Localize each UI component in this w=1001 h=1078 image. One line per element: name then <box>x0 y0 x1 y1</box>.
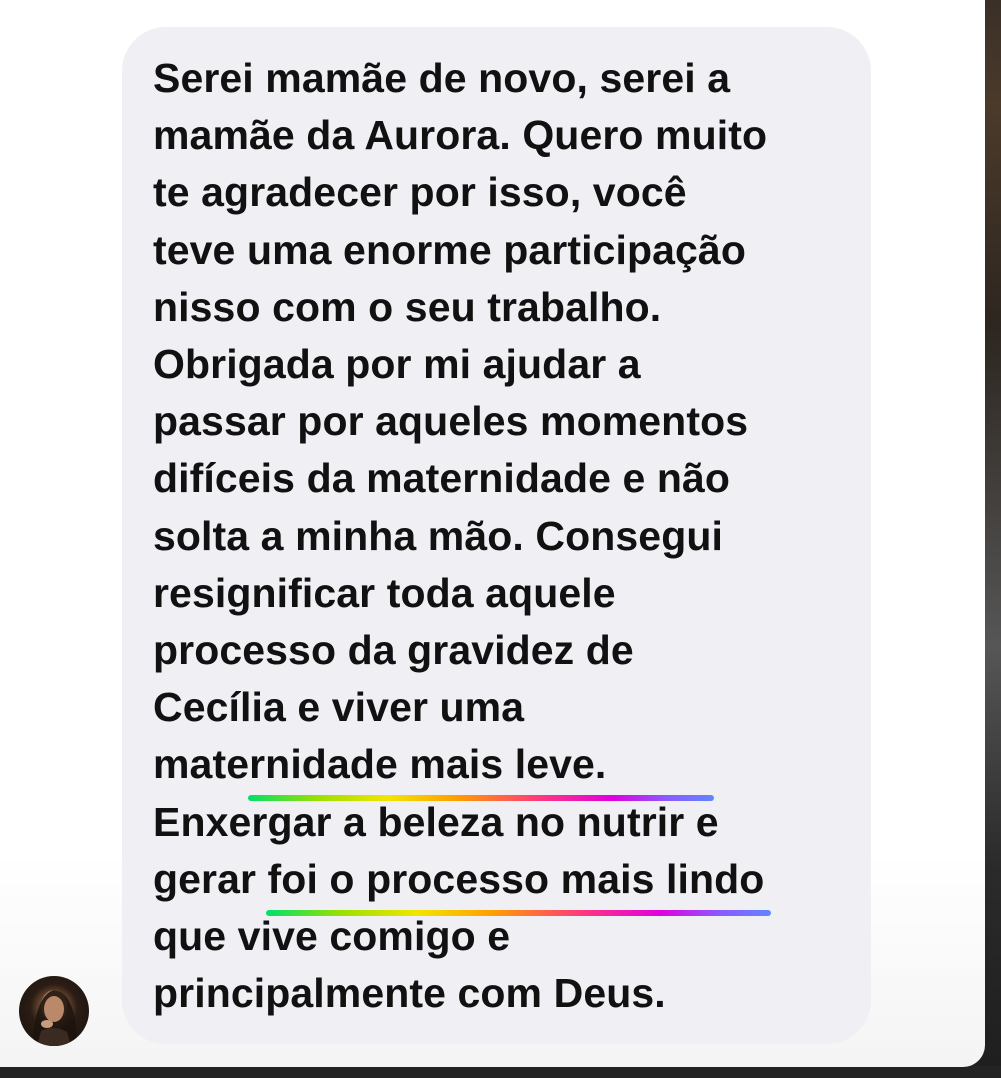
message-line: nisso com o seu trabalho. <box>153 283 662 330</box>
message-line: maternidade mais leve. <box>153 741 607 788</box>
message-line: difíceis da maternidade e não <box>153 455 731 502</box>
message-line: te agradecer por isso, você <box>153 169 687 216</box>
user-avatar-icon <box>33 990 77 1046</box>
message-line: passar por aqueles momentos <box>153 398 749 445</box>
message-line: principalmente com Deus. <box>153 970 666 1017</box>
background-bottom <box>0 1066 1001 1078</box>
message-line: Obrigada por mi ajudar a <box>153 341 641 388</box>
sender-avatar[interactable] <box>19 976 89 1046</box>
highlight-underline <box>248 795 714 801</box>
message-line: que vive comigo e <box>153 913 511 960</box>
message-line: resignificar toda aquele <box>153 569 616 616</box>
message-line: teve uma enorme participação <box>153 226 746 273</box>
message-line: gerar foi o processo mais lindo <box>153 855 765 902</box>
message-line: mamãe da Aurora. Quero muito <box>153 112 768 159</box>
message-line: Enxergar a beleza no nutrir e <box>153 798 719 845</box>
highlight-underline <box>266 910 771 916</box>
message-line: solta a minha mão. Consegui <box>153 512 723 559</box>
message-line: Cecília e viver uma <box>153 684 525 731</box>
screen: Serei mamãe de novo, serei a mamãe da Au… <box>0 0 1001 1078</box>
message-line: Serei mamãe de novo, serei a <box>153 55 731 101</box>
message-line: processo da gravidez de <box>153 627 634 674</box>
message-text: Serei mamãe de novo, serei a mamãe da Au… <box>153 50 853 1022</box>
chat-panel: Serei mamãe de novo, serei a mamãe da Au… <box>0 0 985 1067</box>
